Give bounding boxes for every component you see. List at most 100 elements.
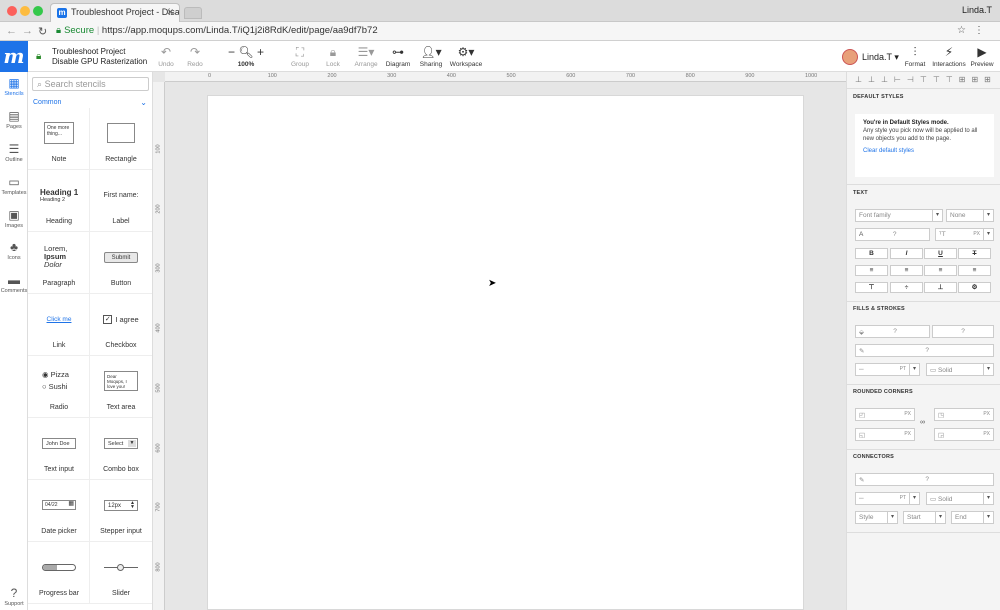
forward-arrow-icon[interactable]: → bbox=[22, 25, 33, 37]
stencil-date-picker[interactable]: 04/22 ▦ Date picker bbox=[28, 480, 90, 542]
url-field[interactable]: 🔒︎ Secure | https://app.moqups.com/Linda.… bbox=[56, 25, 378, 36]
valign-bottom-button[interactable]: ⊥ bbox=[924, 282, 957, 293]
connector-type-select[interactable]: Style bbox=[855, 511, 888, 524]
chevron-down-icon[interactable]: ▾ bbox=[887, 511, 898, 524]
reload-icon[interactable]: ↻ bbox=[38, 25, 47, 38]
chevron-down-icon[interactable]: ⌄ bbox=[140, 98, 147, 107]
rail-comments[interactable]: ▬ Comments bbox=[0, 273, 28, 295]
align-center-button[interactable]: ≡ bbox=[890, 265, 923, 276]
italic-button[interactable]: I bbox=[890, 248, 923, 259]
stencil-text-input[interactable]: John Doe Text input bbox=[28, 418, 90, 480]
connector-style-select[interactable]: ▭ Solid bbox=[926, 492, 984, 505]
connector-width-field[interactable]: ─ PT bbox=[855, 492, 910, 505]
rail-templates[interactable]: ▭ Templates bbox=[0, 175, 28, 197]
fill-color-field[interactable]: ⬙? bbox=[855, 325, 930, 338]
redo-button[interactable]: ↷ Redo bbox=[177, 45, 213, 69]
search-input[interactable]: ⌕ Search stencils bbox=[32, 77, 149, 91]
arrange-button[interactable]: ☰▾ Arrange bbox=[348, 45, 384, 69]
fill-opacity-field[interactable]: ? bbox=[932, 325, 994, 338]
stencil-paragraph[interactable]: Lorem, Ipsum Dolor Paragraph bbox=[28, 232, 90, 294]
window-zoom-button[interactable] bbox=[33, 6, 43, 16]
chevron-down-icon[interactable]: ▾ bbox=[932, 209, 943, 222]
browser-tab[interactable]: m Troubleshoot Project - Disable ✕ bbox=[50, 3, 180, 22]
stroke-width-field[interactable]: ─ PT bbox=[855, 363, 910, 376]
window-close-button[interactable] bbox=[7, 6, 17, 16]
rail-pages[interactable]: ▤ Pages bbox=[0, 109, 28, 131]
window-minimize-button[interactable] bbox=[20, 6, 30, 16]
stencil-textarea[interactable]: Dear Moqups, I love you! Text area bbox=[90, 356, 152, 418]
back-arrow-icon[interactable]: ← bbox=[6, 25, 17, 37]
stencil-note[interactable]: One more thing... Note bbox=[28, 108, 90, 170]
valign-top-button[interactable]: ⊤ bbox=[855, 282, 888, 293]
rail-outline[interactable]: ☰ Outline bbox=[0, 142, 28, 164]
rail-images[interactable]: ▣ Images bbox=[0, 208, 28, 230]
chevron-down-icon[interactable]: ▾ bbox=[983, 228, 994, 241]
corner-bottom-left-field[interactable]: ◱ PX bbox=[855, 428, 915, 441]
text-settings-button[interactable]: ⚙ bbox=[958, 282, 991, 293]
stroke-color-field[interactable]: ✎? bbox=[855, 344, 994, 357]
preview-button[interactable]: ▶ Preview bbox=[964, 45, 1000, 69]
workspace-button[interactable]: ⚙▾ Workspace bbox=[448, 45, 484, 69]
corner-top-left-field[interactable]: ◰ PX bbox=[855, 408, 915, 421]
chevron-down-icon[interactable]: ▾ bbox=[935, 511, 946, 524]
clear-default-styles-link[interactable]: Clear default styles bbox=[863, 147, 986, 155]
chevron-down-icon[interactable]: ▾ bbox=[983, 363, 994, 376]
stencil-combo-box[interactable]: Select ▼ Combo box bbox=[90, 418, 152, 480]
font-size-field[interactable]: ᵀT PX bbox=[935, 228, 984, 241]
avatar[interactable] bbox=[842, 49, 858, 65]
corner-top-right-field[interactable]: ◳ PX bbox=[934, 408, 994, 421]
align-left-button[interactable]: ≡ bbox=[855, 265, 888, 276]
rail-support[interactable]: ? Support bbox=[0, 586, 28, 608]
stencil-button[interactable]: Submit Button bbox=[90, 232, 152, 294]
font-family-select[interactable]: Font family bbox=[855, 209, 933, 222]
bold-button[interactable]: B bbox=[855, 248, 888, 259]
category-header[interactable]: Common bbox=[33, 99, 61, 106]
stencil-radio[interactable]: ◉ Pizza ○ Sushi Radio bbox=[28, 356, 90, 418]
rail-stencils[interactable]: ▦ Stencils bbox=[0, 76, 28, 98]
stencil-progress-bar[interactable]: Progress bar bbox=[28, 542, 90, 604]
valign-middle-button[interactable]: ÷ bbox=[890, 282, 923, 293]
stencil-link[interactable]: Click me Link bbox=[28, 294, 90, 356]
browser-profile-name[interactable]: Linda.T bbox=[962, 5, 992, 15]
new-tab-button[interactable] bbox=[184, 7, 202, 19]
stencil-stepper-input[interactable]: 12px ▲ ▼ Stepper input bbox=[90, 480, 152, 542]
stencil-slider[interactable]: Slider bbox=[90, 542, 152, 604]
stencil-checkbox[interactable]: ✓ I agree Checkbox bbox=[90, 294, 152, 356]
stencil-heading[interactable]: Heading 1 Heading 2 Heading bbox=[28, 170, 90, 232]
underline-button[interactable]: U bbox=[924, 248, 957, 259]
rail-icons[interactable]: ♣ Icons bbox=[0, 240, 28, 262]
align-toolbar[interactable]: ⊥⊥⊥⊢⊣⊤⊤⊤⊞⊞⊞ bbox=[847, 72, 1000, 89]
chevron-down-icon[interactable]: ▾ bbox=[983, 492, 994, 505]
interactions-button[interactable]: ⚡︎ Interactions bbox=[931, 45, 967, 69]
user-menu[interactable]: Linda.T ▾ bbox=[862, 52, 899, 63]
lock-button[interactable]: 🔒︎ Lock bbox=[315, 45, 351, 69]
align-icons[interactable]: ⊥⊥⊥⊢⊣⊤⊤⊤⊞⊞⊞ bbox=[855, 75, 997, 84]
justify-button[interactable]: ≡ bbox=[958, 265, 991, 276]
page-canvas[interactable] bbox=[207, 95, 804, 610]
diagram-button[interactable]: ⊶ Diagram bbox=[380, 45, 416, 69]
project-title[interactable]: Troubleshoot Project Disable GPU Rasteri… bbox=[52, 47, 147, 67]
chevron-down-icon[interactable]: ▾ bbox=[909, 363, 920, 376]
group-button[interactable]: ⛶ Group bbox=[282, 45, 318, 69]
stencil-label[interactable]: First name: Label bbox=[90, 170, 152, 232]
sharing-button[interactable]: 👤︎▾ Sharing bbox=[413, 45, 449, 69]
zoom-control[interactable]: − 🔍︎ +100% bbox=[228, 45, 264, 69]
text-color-field[interactable]: A? bbox=[855, 228, 930, 241]
format-button[interactable]: ⫶ Format bbox=[897, 45, 933, 69]
connector-start-select[interactable]: Start bbox=[903, 511, 936, 524]
stencil-rectangle[interactable]: Rectangle bbox=[90, 108, 152, 170]
chevron-down-icon[interactable]: ▾ bbox=[983, 209, 994, 222]
stroke-style-select[interactable]: ▭ Solid bbox=[926, 363, 984, 376]
connector-color-field[interactable]: ✎? bbox=[855, 473, 994, 486]
chevron-down-icon[interactable]: ▾ bbox=[909, 492, 920, 505]
align-right-button[interactable]: ≡ bbox=[924, 265, 957, 276]
chevron-down-icon[interactable]: ▾ bbox=[983, 511, 994, 524]
project-lock-icon[interactable]: 🔒︎ bbox=[36, 51, 41, 62]
font-weight-select[interactable]: None bbox=[946, 209, 984, 222]
canvas-area[interactable]: 0 100 200 300 400 500 600 700 800 900 1000 100 200 3… bbox=[153, 72, 846, 610]
connector-end-select[interactable]: End bbox=[951, 511, 984, 524]
strikethrough-button[interactable]: T bbox=[958, 248, 991, 259]
corner-bottom-right-field[interactable]: ◲ PX bbox=[934, 428, 994, 441]
link-corners-icon[interactable]: ∞ bbox=[920, 419, 925, 426]
moqups-logo-icon[interactable]: m bbox=[0, 41, 28, 72]
